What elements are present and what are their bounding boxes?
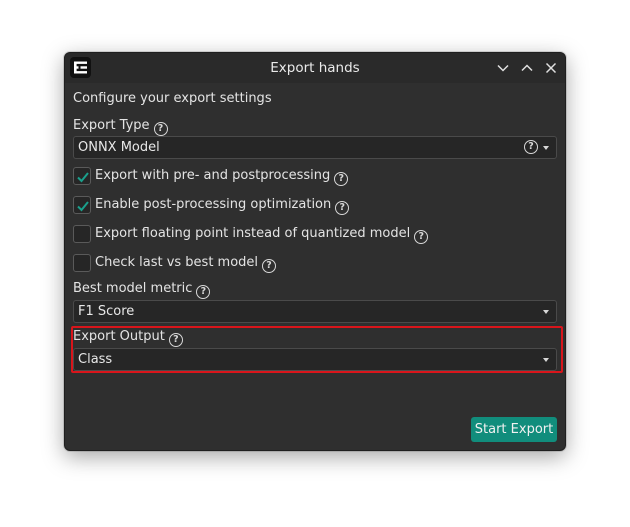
floating-point-label: Export floating point instead of quantiz… (95, 226, 411, 241)
dropdown-arrow-icon (543, 358, 549, 362)
help-icon[interactable]: ? (168, 333, 183, 347)
intro-text: Configure your export settings (73, 91, 272, 106)
title-bar[interactable]: Export hands (65, 53, 565, 83)
dropdown-arrow-icon (543, 310, 549, 314)
floating-point-checkbox[interactable] (73, 225, 91, 243)
help-icon[interactable]: ? (414, 230, 429, 244)
export-type-value: ONNX Model (78, 140, 160, 155)
maximize-icon[interactable] (519, 60, 535, 76)
checkbox-label-row: Enable post-processing optimization? (95, 197, 350, 215)
help-icon[interactable]: ? (153, 122, 168, 136)
post-processing-optimization-checkbox[interactable] (73, 196, 91, 214)
best-model-metric-label: Best model metric (73, 281, 193, 296)
export-dialog: Export hands Configure your export setti… (64, 52, 566, 451)
export-type-label: Export Type (73, 118, 150, 133)
pre-post-processing-checkbox[interactable] (73, 167, 91, 185)
best-model-metric-label-row: Best model metric? (73, 281, 211, 299)
help-icon[interactable]: ? (262, 259, 277, 273)
last-vs-best-label: Check last vs best model (95, 255, 259, 270)
export-output-dropdown[interactable]: Class (73, 348, 557, 371)
export-type-label-row: Export Type? (73, 118, 168, 136)
checkbox-label-row: Export with pre- and postprocessing? (95, 168, 349, 186)
help-icon[interactable]: ? (196, 285, 211, 299)
export-type-dropdown[interactable]: ONNX Model ? (73, 136, 557, 159)
pre-post-processing-label: Export with pre- and postprocessing (95, 168, 331, 183)
dropdown-arrow-icon (543, 146, 549, 150)
best-model-metric-dropdown[interactable]: F1 Score (73, 300, 557, 323)
start-export-button[interactable]: Start Export (471, 417, 557, 442)
last-vs-best-checkbox[interactable] (73, 254, 91, 272)
export-output-value: Class (78, 352, 113, 367)
best-model-metric-value: F1 Score (78, 304, 135, 319)
close-icon[interactable] (543, 60, 559, 76)
help-icon[interactable]: ? (524, 140, 538, 154)
help-icon[interactable]: ? (335, 201, 350, 215)
export-output-label-row: Export Output? (73, 329, 183, 347)
export-output-label: Export Output (73, 329, 165, 344)
help-icon[interactable]: ? (334, 172, 349, 186)
checkbox-label-row: Export floating point instead of quantiz… (95, 226, 429, 244)
minimize-icon[interactable] (495, 60, 511, 76)
checkbox-label-row: Check last vs best model? (95, 255, 277, 273)
post-processing-optimization-label: Enable post-processing optimization (95, 197, 332, 212)
window-title: Export hands (270, 60, 360, 76)
